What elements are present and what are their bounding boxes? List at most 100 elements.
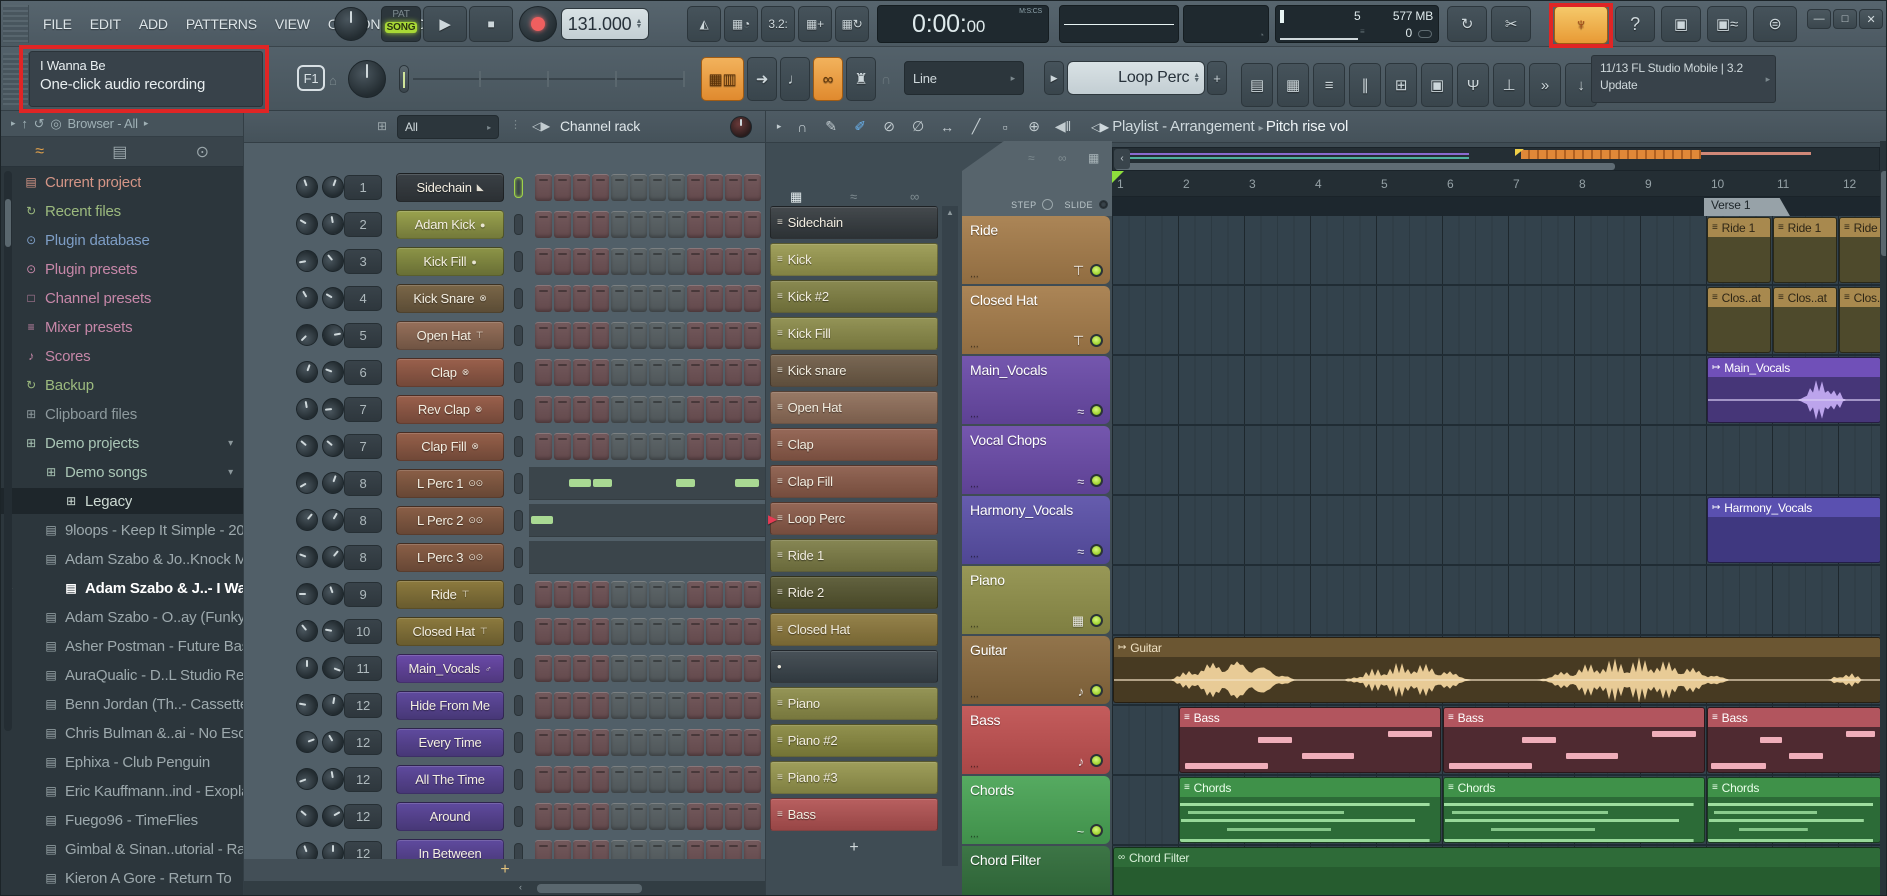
step-button[interactable] — [649, 729, 666, 756]
track-header-main-vocals[interactable]: Main_Vocals...≈ — [962, 356, 1110, 424]
browser-item-auraqualic-d-l-studio-remix[interactable]: ▤AuraQualic - D..L Studio Remix) — [1, 662, 243, 688]
track-status-led[interactable] — [1090, 684, 1103, 697]
step-button[interactable] — [535, 359, 552, 386]
track-status-led[interactable] — [1090, 614, 1103, 627]
channel-button-clap-fill[interactable]: Clap Fill⊗ — [396, 432, 504, 461]
step-button[interactable] — [649, 248, 666, 275]
channel-number[interactable]: 10 — [344, 619, 382, 644]
step-button[interactable] — [687, 322, 704, 349]
step-button[interactable] — [573, 359, 590, 386]
stop-button[interactable]: ■ — [469, 6, 513, 42]
channel-number[interactable]: 9 — [344, 582, 382, 607]
channel-button-kick-fill[interactable]: Kick Fill● — [396, 247, 504, 276]
minimize-button[interactable]: — — [1807, 9, 1831, 29]
trackpanel-tab-audio-icon[interactable]: ≈ — [1028, 151, 1034, 165]
channel-mute-led[interactable] — [514, 325, 523, 346]
step-button[interactable] — [725, 396, 742, 423]
toggle-mixer-button[interactable]: ∥ — [1349, 63, 1381, 107]
note-slide-button[interactable]: ♩ — [780, 57, 810, 101]
picker-item-piano-3[interactable]: ≡Piano #3 — [770, 761, 938, 794]
step-button[interactable] — [630, 655, 647, 682]
step-button[interactable] — [611, 692, 628, 719]
record-button[interactable] — [519, 6, 557, 42]
step-button[interactable] — [706, 803, 723, 830]
step-button[interactable] — [725, 248, 742, 275]
clip-chords[interactable]: ≡Chords — [1707, 777, 1880, 843]
toggle-channel-rack-button[interactable]: ≡ — [1313, 63, 1345, 107]
step-button[interactable] — [592, 729, 609, 756]
channel-mute-led[interactable] — [514, 214, 523, 235]
navigator-scroll-thumb[interactable] — [1115, 163, 1615, 170]
step-button[interactable] — [554, 322, 571, 349]
track-header-ride[interactable]: Ride...⊤ — [962, 216, 1110, 284]
channel-number[interactable]: 7 — [344, 397, 382, 422]
step-button[interactable] — [744, 396, 761, 423]
playhead-marker[interactable] — [1112, 171, 1124, 183]
step-button[interactable] — [611, 211, 628, 238]
step-button[interactable] — [611, 655, 628, 682]
toolbar-grip-2[interactable] — [3, 53, 29, 105]
step-button[interactable] — [630, 211, 647, 238]
browser-title[interactable]: Browser - All — [68, 116, 138, 131]
help-button[interactable]: ? — [1615, 6, 1655, 42]
playlist-timeline[interactable]: 123456789101112 — [1112, 171, 1880, 197]
snap-selector[interactable]: Line▸ — [904, 61, 1024, 95]
step-button[interactable] — [592, 433, 609, 460]
step-button[interactable] — [573, 581, 590, 608]
toggle-playlist-button[interactable]: ▤ — [1241, 63, 1273, 107]
step-button[interactable] — [630, 248, 647, 275]
step-button[interactable] — [649, 211, 666, 238]
track-header-vocal-chops[interactable]: Vocal Chops...≈ — [962, 426, 1110, 494]
rack-title[interactable]: Channel rack — [560, 118, 640, 134]
step-button[interactable] — [649, 766, 666, 793]
channel-button-l-perc-1[interactable]: L Perc 1⊙⊙ — [396, 469, 504, 498]
toggle-piano-roll-button[interactable]: ▦ — [1277, 63, 1309, 107]
track-status-led[interactable] — [1090, 334, 1103, 347]
step-button[interactable] — [649, 581, 666, 608]
step-button[interactable] — [668, 211, 685, 238]
cut-tool-button[interactable]: ✂ — [1491, 6, 1531, 42]
track-status-led[interactable] — [1090, 264, 1103, 277]
channel-volume-knob[interactable] — [320, 618, 345, 643]
render-button[interactable]: ▣≈ — [1707, 6, 1747, 42]
step-button[interactable] — [535, 211, 552, 238]
channel-piano-preview[interactable] — [529, 541, 766, 574]
step-button[interactable] — [649, 322, 666, 349]
step-button[interactable] — [687, 692, 704, 719]
track-options-dots[interactable]: ... — [970, 268, 979, 280]
channel-mute-led[interactable] — [514, 769, 523, 790]
slip-tool-icon[interactable]: ↔ — [936, 119, 958, 135]
step-button[interactable] — [630, 692, 647, 719]
channel-number[interactable]: 12 — [344, 730, 382, 755]
clip-clos-at[interactable]: ≡Clos..at — [1773, 287, 1837, 353]
step-button[interactable] — [535, 692, 552, 719]
picker-item-closed-hat[interactable]: ≡Closed Hat — [770, 613, 938, 646]
master-shuffle-knob[interactable] — [334, 7, 368, 41]
channel-piano-preview[interactable] — [529, 504, 766, 537]
trackpanel-tab-patterns-icon[interactable]: ▦ — [1088, 151, 1099, 165]
channel-mute-led[interactable] — [514, 695, 523, 716]
step-button[interactable] — [668, 692, 685, 719]
step-button[interactable] — [554, 248, 571, 275]
step-button[interactable] — [573, 396, 590, 423]
browser-item-adam-szabo-j-i-wanna-be[interactable]: ▸▤Adam Szabo & J..- I Wanna Be — [1, 575, 243, 601]
track-options-dots[interactable]: ... — [970, 478, 979, 490]
track-header-chords[interactable]: Chords...~ — [962, 776, 1110, 844]
step-button[interactable] — [592, 655, 609, 682]
step-button[interactable] — [744, 618, 761, 645]
step-button[interactable] — [668, 581, 685, 608]
rack-add-row[interactable]: + — [244, 859, 766, 881]
menu-file[interactable]: FILE — [35, 12, 80, 36]
step-button[interactable] — [611, 396, 628, 423]
step-button[interactable] — [554, 285, 571, 312]
step-button[interactable] — [687, 581, 704, 608]
browser-item-asher-postman-future-bass[interactable]: ▤Asher Postman - Future Bass — [1, 633, 243, 659]
time-display[interactable]: M:S:CS 0:00:00 — [877, 5, 1049, 43]
pattern-play-button[interactable]: ▶ — [1044, 61, 1064, 95]
channel-volume-knob[interactable] — [320, 692, 345, 717]
feedback-button[interactable]: ⊜ — [1753, 6, 1797, 42]
clip-clos-at[interactable]: ≡Clos..at — [1707, 287, 1771, 353]
channel-mute-led[interactable] — [514, 584, 523, 605]
step-button[interactable] — [706, 618, 723, 645]
step-button[interactable] — [725, 433, 742, 460]
